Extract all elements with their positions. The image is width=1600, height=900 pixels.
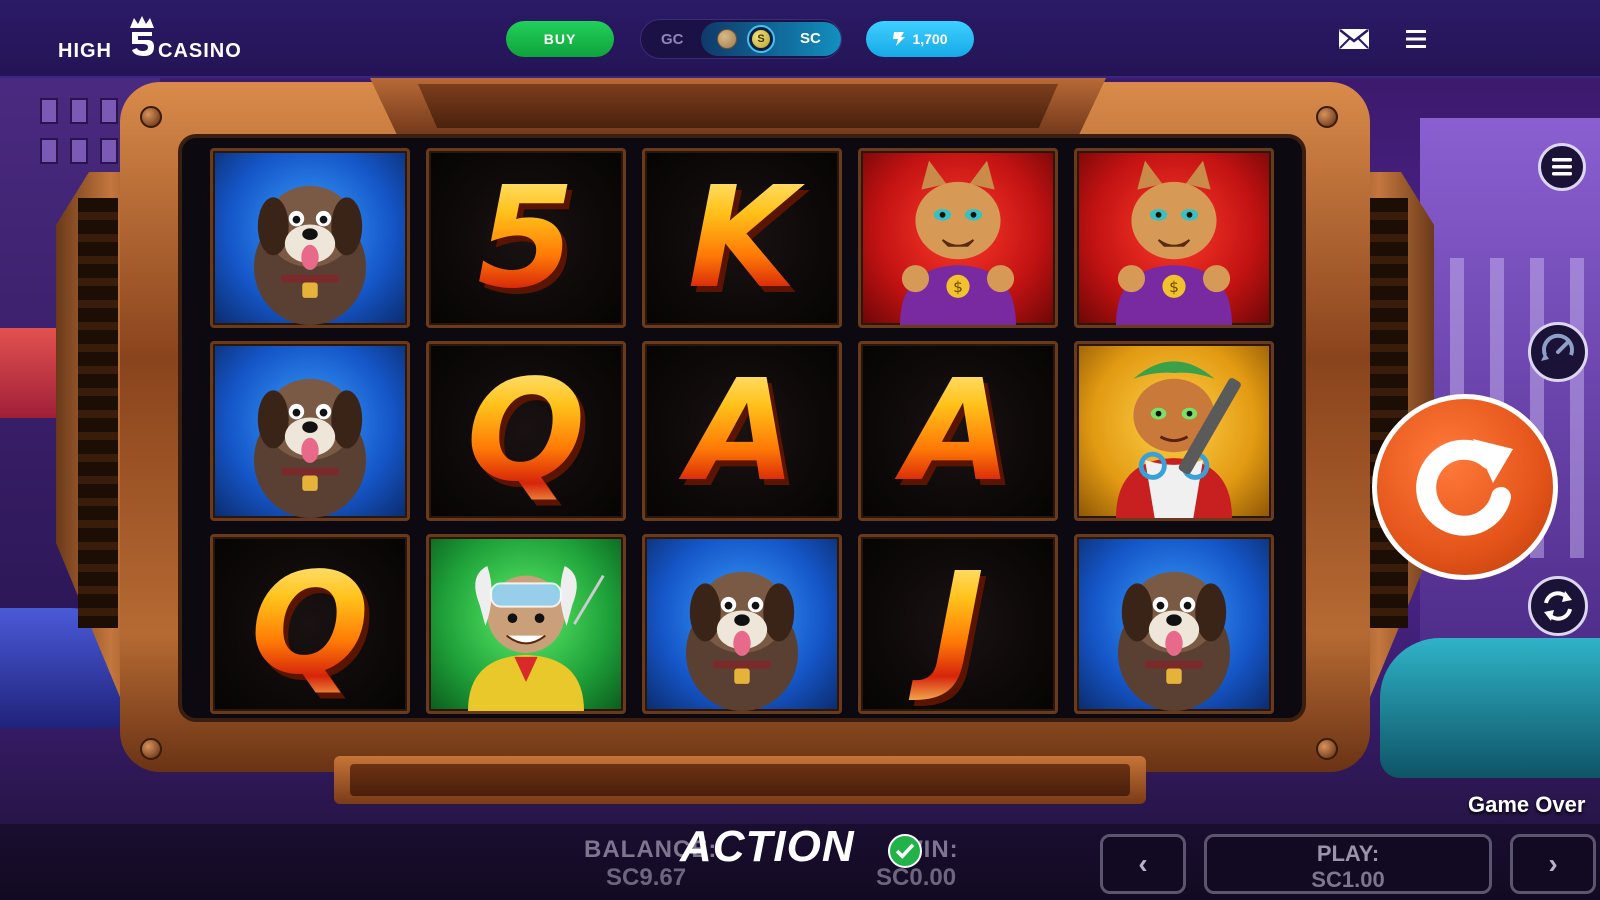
gangster-cat-symbol-art: $ [900, 160, 1016, 325]
reel-cell-4-2: AA [858, 341, 1058, 521]
buy-button[interactable]: BUY [506, 21, 614, 57]
play-label: PLAY: [1316, 841, 1380, 866]
letter-symbol: J [861, 537, 1055, 711]
sweeps-coin-symbol: S [752, 30, 770, 48]
reel-cell-3-1: KK [642, 148, 842, 328]
frame-bolt [1316, 106, 1338, 128]
svg-text:$: $ [953, 278, 963, 296]
win-value: SC0.00 [876, 864, 957, 891]
dog-symbol-art [253, 378, 367, 518]
letter-symbol: A [645, 344, 839, 518]
crown-five-logo-icon [130, 16, 154, 56]
high-5-casino-logo[interactable]: HIGH CASINO [58, 14, 258, 68]
gem-icon [893, 32, 906, 46]
background-window [40, 138, 58, 164]
game-over-label: Game Over [1468, 792, 1586, 817]
logo-text-casino: CASINO [158, 40, 242, 62]
bet-increase-button[interactable]: › [1510, 834, 1596, 894]
hamburger-menu-icon[interactable] [1404, 28, 1428, 50]
reel-cell-5-2 [1074, 341, 1274, 521]
dog-symbol-art [253, 185, 367, 325]
autoplay-icon [1544, 591, 1572, 621]
reel-cell-5-3 [1074, 534, 1274, 714]
turbo-icon [1541, 333, 1574, 361]
reel-cell-2-2: QQ [426, 341, 626, 521]
currency-sc-active[interactable]: S SC [701, 22, 841, 56]
spin-icon [1416, 439, 1513, 536]
reel-cell-1-3: QQ [210, 534, 410, 714]
frame-bolt [140, 106, 162, 128]
reel-cell-1-1 [210, 148, 410, 328]
action-watermark: ACTION [680, 822, 855, 871]
play-value: SC1.00 [1311, 867, 1385, 892]
background-window [70, 138, 88, 164]
turbo-button[interactable] [1528, 322, 1588, 382]
top-bar: HIGH CASINO BUY GC S SC 1,700 [0, 0, 1600, 78]
professor-symbol-art [468, 566, 605, 711]
background-window [70, 98, 88, 124]
reel-frame-top-inner [418, 84, 1058, 128]
reel-frame-left-vent [78, 198, 118, 628]
game-menu-button[interactable] [1538, 143, 1586, 191]
letter-symbol: Q [429, 344, 623, 518]
menu-icon [1552, 158, 1572, 176]
logo-text-high: HIGH [58, 40, 112, 62]
svg-text:$: $ [1169, 278, 1179, 296]
dog-symbol-art [685, 571, 799, 711]
sweeps-coin-icon: S [747, 25, 775, 53]
letter-symbol: 5 [429, 151, 623, 325]
verified-check-icon [888, 834, 922, 868]
reel-cell-3-3 [642, 534, 842, 714]
gems-balance[interactable]: 1,700 [866, 21, 974, 57]
spin-button[interactable] [1372, 394, 1558, 580]
reel-cell-1-2 [210, 341, 410, 521]
background-car-right [1380, 638, 1600, 778]
currency-sc-label: SC [800, 30, 821, 47]
background-window [40, 98, 58, 124]
gold-coin-icon [717, 29, 737, 49]
frame-bolt [1316, 738, 1338, 760]
balance-value: SC9.67 [606, 864, 687, 891]
background-window [100, 98, 118, 124]
reel-cell-4-1: $ [858, 148, 1058, 328]
gangster-cat-symbol-art: $ [1116, 160, 1232, 325]
background-column [1570, 258, 1584, 558]
reel-cell-2-1: 55 [426, 148, 626, 328]
rocker-cat-symbol-art [1116, 361, 1241, 518]
slot-game-area: 55KK$$QQAAAAQQJJ Game Over [0, 78, 1600, 900]
mail-icon[interactable] [1338, 28, 1370, 50]
gems-value: 1,700 [912, 31, 948, 47]
letter-symbol: Q [213, 537, 407, 711]
play-bet-button[interactable]: PLAY: SC1.00 [1204, 834, 1492, 894]
currency-toggle[interactable]: GC S SC [640, 19, 842, 59]
letter-symbol: A [861, 344, 1055, 518]
frame-bolt [140, 738, 162, 760]
reel-cell-2-3 [426, 534, 626, 714]
letter-symbol: K [645, 151, 839, 325]
reel-frame-bottom-inner [350, 764, 1130, 796]
bet-decrease-button[interactable]: ‹ [1100, 834, 1186, 894]
reel-grid: 55KK$$QQAAAAQQJJ [210, 148, 1274, 714]
currency-gc-label[interactable]: GC [661, 31, 684, 48]
autoplay-button[interactable] [1528, 576, 1588, 636]
reel-cell-3-2: AA [642, 341, 842, 521]
background-window [100, 138, 118, 164]
reel-cell-5-1: $ [1074, 148, 1274, 328]
dog-symbol-art [1117, 571, 1231, 711]
reel-cell-4-3: JJ [858, 534, 1058, 714]
